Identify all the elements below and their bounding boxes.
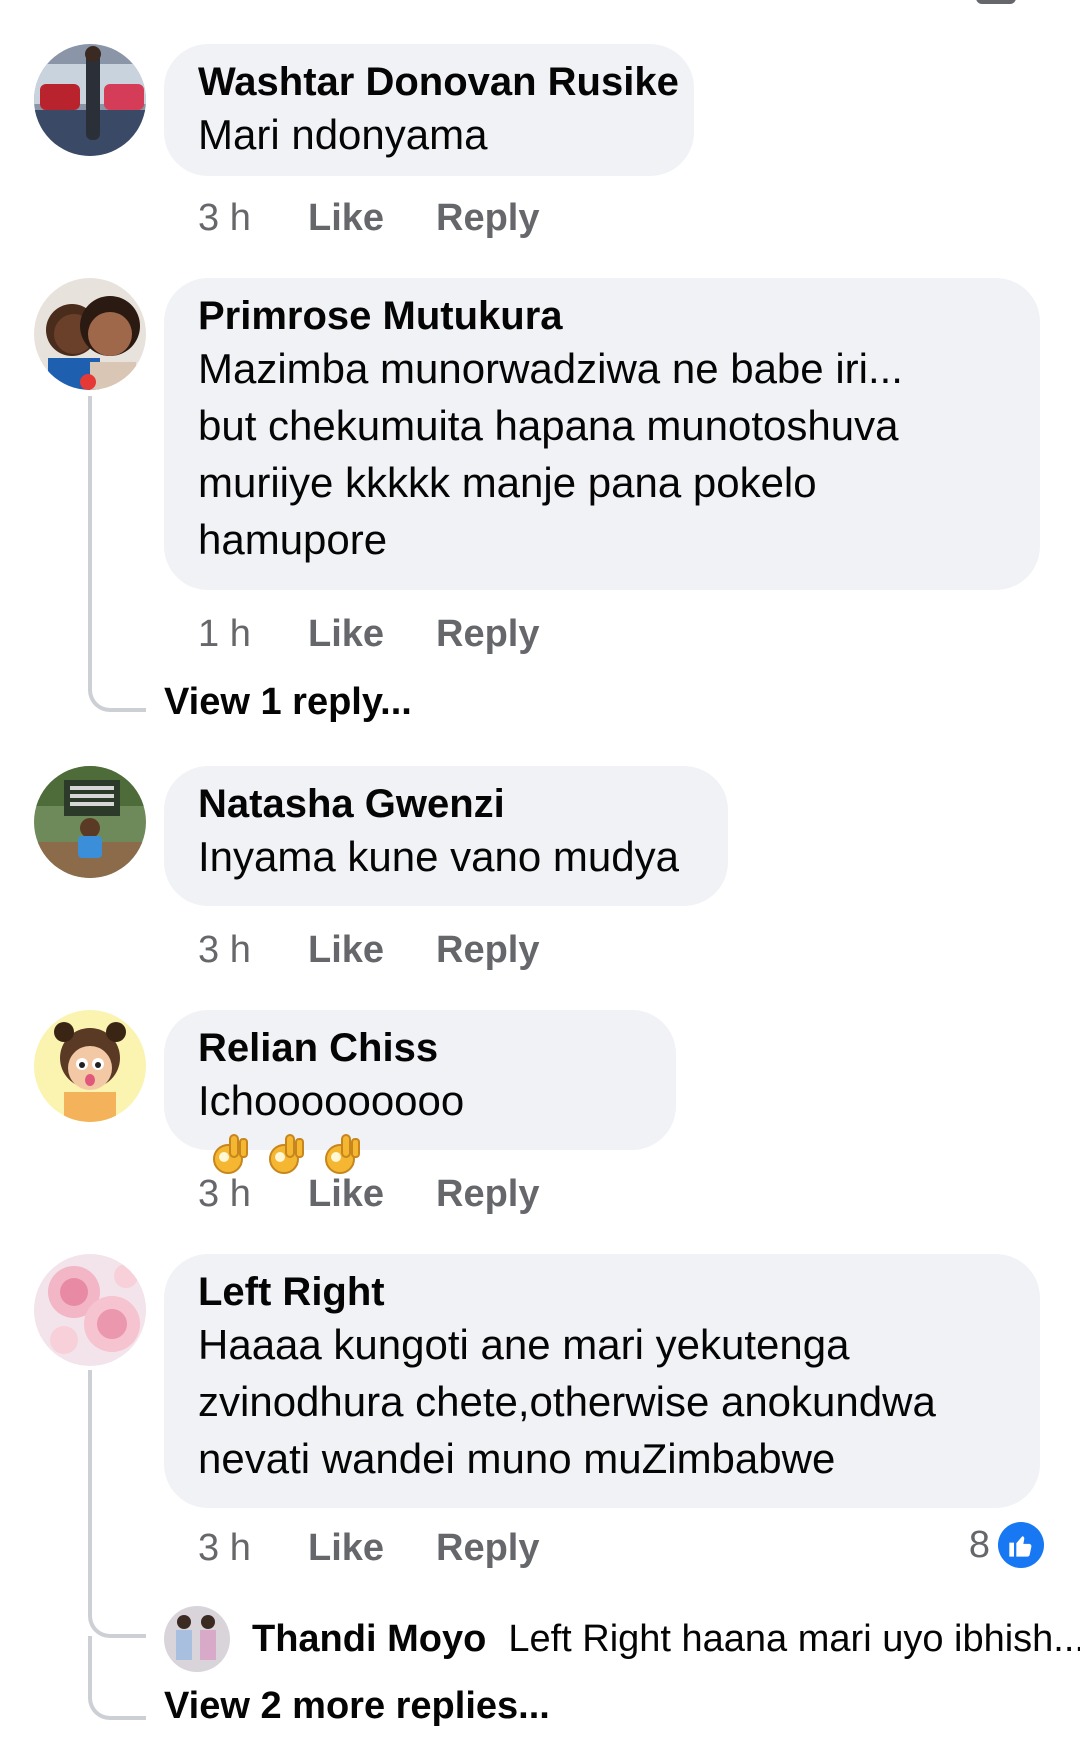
comment-time: 3 h: [198, 929, 251, 971]
comment-bubble[interactable]: Left Right Haaaa kungoti ane mari yekute…: [164, 1254, 1040, 1508]
like-button[interactable]: Like: [308, 1172, 436, 1216]
comment-text: Haaaa kungoti ane mari yekutenga zvinodh…: [198, 1321, 936, 1482]
comment-text: Inyama kune vano mudya: [198, 833, 679, 880]
thread-line: [88, 1636, 146, 1720]
comment-bubble[interactable]: Washtar Donovan Rusike Mari ndonyama: [164, 44, 694, 176]
comment-author[interactable]: Relian Chiss: [198, 1024, 642, 1072]
comment-actions: 3 h Like Reply: [198, 928, 539, 972]
avatar[interactable]: [34, 1254, 146, 1366]
view-replies-link[interactable]: View 2 more replies...: [164, 1684, 550, 1728]
reaction-count: 8: [968, 1523, 990, 1566]
comment-time: 3 h: [198, 1527, 251, 1569]
avatar[interactable]: [34, 44, 146, 156]
like-button[interactable]: Like: [308, 928, 436, 972]
comment-text: Mari ndonyama: [198, 111, 488, 158]
reply-button[interactable]: Reply: [436, 1526, 539, 1570]
comment-bubble[interactable]: Relian Chiss Ichooooooooo: [164, 1010, 676, 1174]
comment-time: 3 h: [198, 1173, 251, 1215]
avatar[interactable]: [34, 278, 146, 390]
avatar[interactable]: [34, 766, 146, 878]
reply-author[interactable]: Thandi Moyo: [252, 1618, 486, 1661]
thread-line: [88, 396, 146, 712]
avatar[interactable]: [34, 1010, 146, 1122]
comment-actions: 3 h Like Reply: [198, 1172, 539, 1216]
view-replies-link[interactable]: View 1 reply...: [164, 680, 412, 724]
comment-author[interactable]: Natasha Gwenzi: [198, 780, 694, 828]
comment-actions: 1 h Like Reply: [198, 612, 539, 656]
like-button[interactable]: Like: [308, 1526, 436, 1570]
partial-top-icon: [976, 0, 1016, 4]
reply-preview[interactable]: Thandi Moyo Left Right haana mari uyo ib…: [164, 1606, 1080, 1672]
comment-author[interactable]: Primrose Mutukura: [198, 292, 1006, 340]
reply-button[interactable]: Reply: [436, 928, 539, 972]
comment-time: 3 h: [198, 197, 251, 239]
avatar[interactable]: [164, 1606, 230, 1672]
comment-time: 1 h: [198, 613, 251, 655]
comment-actions: 3 h Like Reply: [198, 196, 539, 240]
reaction-summary[interactable]: 8: [969, 1522, 1044, 1568]
reply-button[interactable]: Reply: [436, 196, 539, 240]
reply-button[interactable]: Reply: [436, 612, 539, 656]
comment-author[interactable]: Left Right: [198, 1268, 1006, 1316]
like-button[interactable]: Like: [308, 196, 436, 240]
thumbs-up-icon: [998, 1522, 1044, 1568]
comment-text-body: Ichooooooooo: [198, 1077, 465, 1124]
comment-bubble[interactable]: Primrose Mutukura Mazimba munorwadziwa n…: [164, 278, 1040, 590]
comment-actions: 3 h Like Reply: [198, 1526, 539, 1570]
thread-line: [88, 1370, 146, 1638]
reply-button[interactable]: Reply: [436, 1172, 539, 1216]
comment-text: Mazimba munorwadziwa ne babe iri... but …: [198, 345, 903, 563]
comment-bubble[interactable]: Natasha Gwenzi Inyama kune vano mudya: [164, 766, 728, 906]
comment-author[interactable]: Washtar Donovan Rusike: [198, 58, 679, 106]
reply-text: Left Right haana mari uyo ibhish...: [508, 1617, 1080, 1660]
like-button[interactable]: Like: [308, 612, 436, 656]
